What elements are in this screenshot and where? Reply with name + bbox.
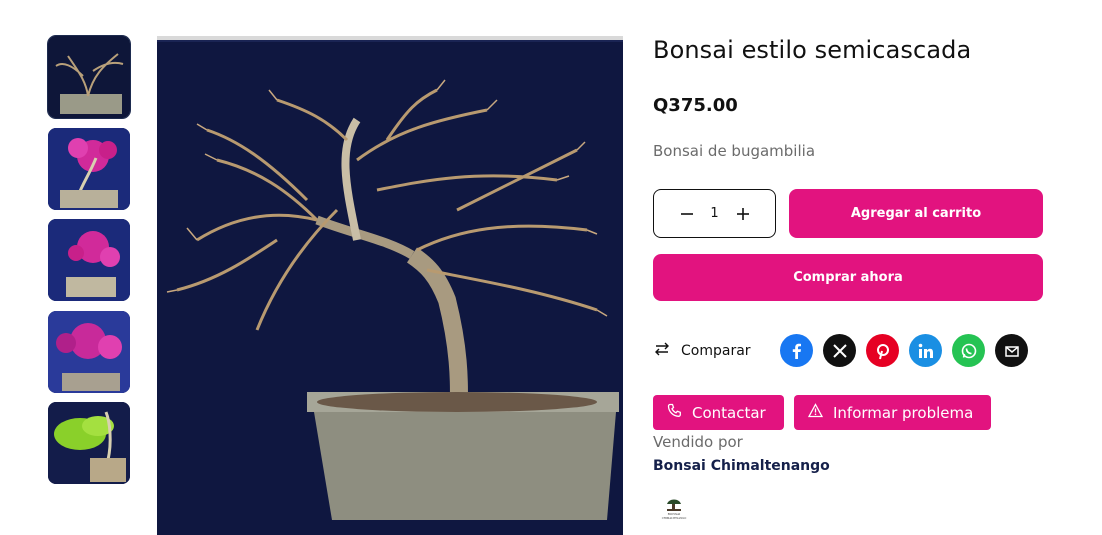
add-to-cart-button[interactable]: Agregar al carrito — [789, 189, 1043, 238]
thumbnail-3[interactable] — [48, 219, 130, 301]
report-problem-button[interactable]: Informar problema — [794, 395, 991, 430]
thumbnail-2[interactable] — [48, 127, 130, 210]
svg-text:BONSAI: BONSAI — [668, 512, 682, 516]
contact-label: Contactar — [692, 403, 766, 422]
minus-icon[interactable] — [678, 205, 696, 223]
x-icon[interactable] — [823, 334, 856, 367]
product-description: Bonsai de bugambilia — [653, 142, 816, 160]
linkedin-icon[interactable] — [909, 334, 942, 367]
facebook-icon[interactable] — [780, 334, 813, 367]
main-product-image[interactable] — [157, 36, 623, 535]
svg-text:CHIMALTENANGO: CHIMALTENANGO — [662, 517, 687, 520]
share-buttons — [780, 334, 1028, 367]
vendor-logo[interactable]: BONSAI CHIMALTENANGO — [653, 492, 695, 522]
vendor-name[interactable]: Bonsai Chimaltenango — [653, 458, 830, 474]
report-label: Informar problema — [833, 403, 974, 422]
product-title: Bonsai estilo semicascada — [653, 36, 972, 64]
quantity-stepper[interactable]: 1 — [653, 189, 776, 238]
contact-button[interactable]: Contactar — [653, 395, 784, 430]
quantity-value[interactable]: 1 — [710, 206, 720, 221]
thumbnail-1[interactable] — [47, 35, 131, 119]
warning-icon — [807, 403, 824, 422]
product-price: Q375.00 — [653, 95, 738, 116]
pinterest-icon[interactable] — [866, 334, 899, 367]
thumbnail-4[interactable] — [48, 310, 130, 393]
plus-icon[interactable] — [734, 205, 752, 223]
sold-by-label: Vendido por — [653, 433, 743, 451]
email-icon[interactable] — [995, 334, 1028, 367]
compare-label: Comparar — [681, 343, 751, 359]
compare-button[interactable]: Comparar — [653, 340, 751, 362]
phone-icon — [667, 403, 682, 422]
buy-now-button[interactable]: Comprar ahora — [653, 254, 1043, 301]
thumbnail-gallery — [47, 35, 131, 494]
thumbnail-5[interactable] — [48, 402, 130, 484]
swap-arrows-icon — [653, 340, 671, 362]
whatsapp-icon[interactable] — [952, 334, 985, 367]
